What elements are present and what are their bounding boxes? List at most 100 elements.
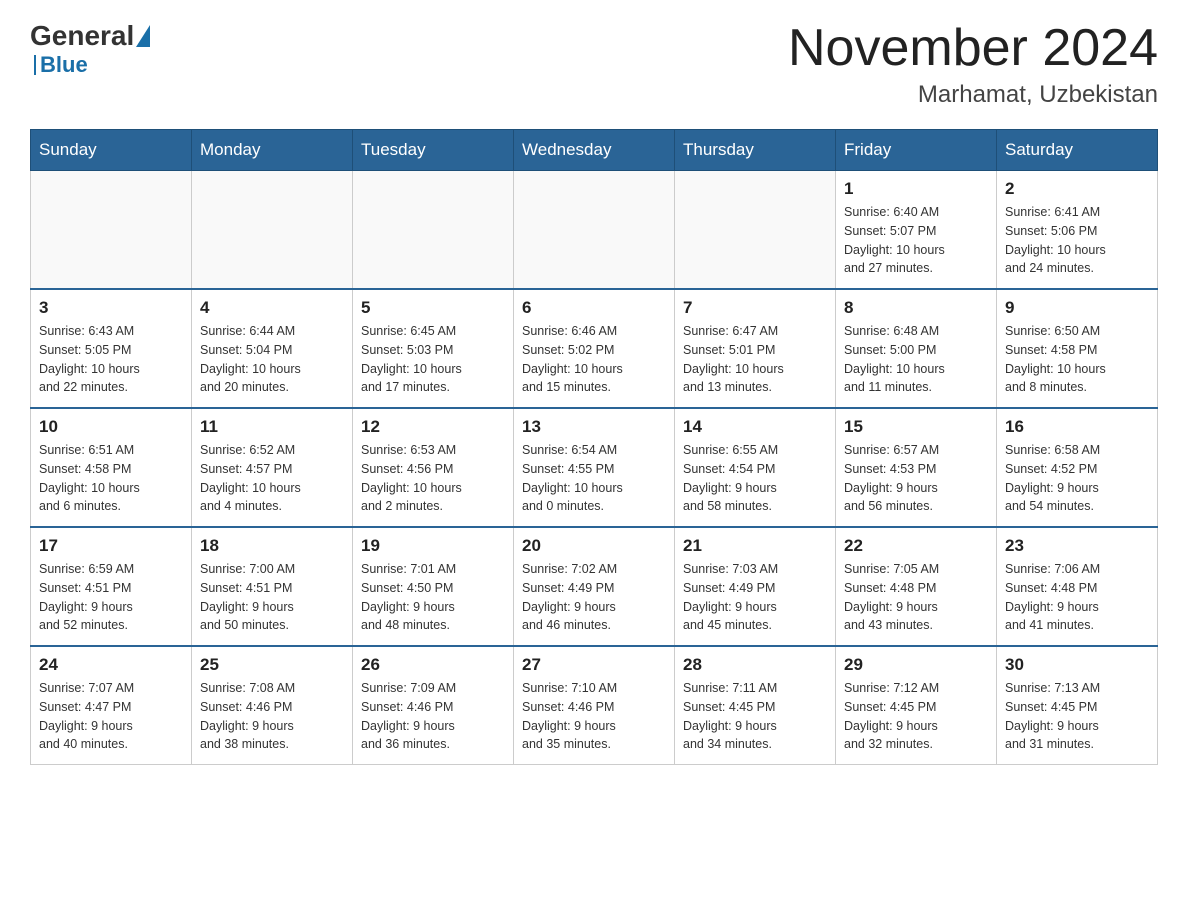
logo-blue-text: Blue xyxy=(40,52,88,78)
day-info: Sunrise: 6:52 AM Sunset: 4:57 PM Dayligh… xyxy=(200,441,344,516)
calendar-cell: 11 Sunrise: 6:52 AM Sunset: 4:57 PM Dayli… xyxy=(192,408,353,527)
calendar-cell: 21Sunrise: 7:03 AM Sunset: 4:49 PM Dayli… xyxy=(675,527,836,646)
day-number: 8 xyxy=(844,298,988,318)
calendar-week-row: 10Sunrise: 6:51 AM Sunset: 4:58 PM Dayli… xyxy=(31,408,1158,527)
calendar-cell xyxy=(353,171,514,290)
day-number: 16 xyxy=(1005,417,1149,437)
day-info: Sunrise: 7:09 AM Sunset: 4:46 PM Dayligh… xyxy=(361,679,505,754)
calendar-cell: 28 Sunrise: 7:11 AM Sunset: 4:45 PM Dayli… xyxy=(675,646,836,765)
weekday-header-saturday: Saturday xyxy=(997,130,1158,171)
calendar-cell: 7 Sunrise: 6:47 AM Sunset: 5:01 PM Daylig… xyxy=(675,289,836,408)
day-info: Sunrise: 7:07 AM Sunset: 4:47 PM Dayligh… xyxy=(39,679,183,754)
day-number: 29 xyxy=(844,655,988,675)
day-number: 9 xyxy=(1005,298,1149,318)
day-number: 2 xyxy=(1005,179,1149,199)
day-number: 15 xyxy=(844,417,988,437)
day-info: Sunrise: 6:53 AM Sunset: 4:56 PM Dayligh… xyxy=(361,441,505,516)
calendar-cell: 22 Sunrise: 7:05 AM Sunset: 4:48 PM Dayli… xyxy=(836,527,997,646)
logo: General Blue xyxy=(30,20,150,78)
day-number: 7 xyxy=(683,298,827,318)
calendar-cell: 9 Sunrise: 6:50 AM Sunset: 4:58 PM Daylig… xyxy=(997,289,1158,408)
calendar-week-row: 17Sunrise: 6:59 AM Sunset: 4:51 PM Dayli… xyxy=(31,527,1158,646)
day-number: 24 xyxy=(39,655,183,675)
day-info: Sunrise: 7:00 AM Sunset: 4:51 PM Dayligh… xyxy=(200,560,344,635)
day-number: 11 xyxy=(200,417,344,437)
day-number: 3 xyxy=(39,298,183,318)
day-number: 19 xyxy=(361,536,505,556)
calendar-cell: 3 Sunrise: 6:43 AM Sunset: 5:05 PM Daylig… xyxy=(31,289,192,408)
weekday-header-thursday: Thursday xyxy=(675,130,836,171)
calendar-cell: 18 Sunrise: 7:00 AM Sunset: 4:51 PM Dayli… xyxy=(192,527,353,646)
page-header: General Blue November 2024 Marhamat, Uzb… xyxy=(30,20,1158,109)
day-info: Sunrise: 6:55 AM Sunset: 4:54 PM Dayligh… xyxy=(683,441,827,516)
calendar-week-row: 24 Sunrise: 7:07 AM Sunset: 4:47 PM Dayli… xyxy=(31,646,1158,765)
day-info: Sunrise: 7:01 AM Sunset: 4:50 PM Dayligh… xyxy=(361,560,505,635)
calendar-cell: 6 Sunrise: 6:46 AM Sunset: 5:02 PM Daylig… xyxy=(514,289,675,408)
calendar-cell xyxy=(675,171,836,290)
calendar-cell: 26Sunrise: 7:09 AM Sunset: 4:46 PM Dayli… xyxy=(353,646,514,765)
calendar-cell: 13 Sunrise: 6:54 AM Sunset: 4:55 PM Dayli… xyxy=(514,408,675,527)
day-info: Sunrise: 6:40 AM Sunset: 5:07 PM Dayligh… xyxy=(844,203,988,278)
day-number: 22 xyxy=(844,536,988,556)
day-info: Sunrise: 7:12 AM Sunset: 4:45 PM Dayligh… xyxy=(844,679,988,754)
day-info: Sunrise: 6:50 AM Sunset: 4:58 PM Dayligh… xyxy=(1005,322,1149,397)
calendar-cell: 10Sunrise: 6:51 AM Sunset: 4:58 PM Dayli… xyxy=(31,408,192,527)
calendar-cell: 14Sunrise: 6:55 AM Sunset: 4:54 PM Dayli… xyxy=(675,408,836,527)
title-section: November 2024 Marhamat, Uzbekistan xyxy=(788,20,1158,109)
calendar-cell: 19 Sunrise: 7:01 AM Sunset: 4:50 PM Dayli… xyxy=(353,527,514,646)
calendar-cell: 16 Sunrise: 6:58 AM Sunset: 4:52 PM Dayli… xyxy=(997,408,1158,527)
calendar-cell: 1 Sunrise: 6:40 AM Sunset: 5:07 PM Daylig… xyxy=(836,171,997,290)
day-number: 27 xyxy=(522,655,666,675)
calendar-week-row: 3 Sunrise: 6:43 AM Sunset: 5:05 PM Daylig… xyxy=(31,289,1158,408)
weekday-header-monday: Monday xyxy=(192,130,353,171)
calendar-cell: 17Sunrise: 6:59 AM Sunset: 4:51 PM Dayli… xyxy=(31,527,192,646)
day-number: 20 xyxy=(522,536,666,556)
day-info: Sunrise: 7:05 AM Sunset: 4:48 PM Dayligh… xyxy=(844,560,988,635)
calendar-cell: 8 Sunrise: 6:48 AM Sunset: 5:00 PM Daylig… xyxy=(836,289,997,408)
logo-line-icon xyxy=(34,55,36,75)
day-number: 5 xyxy=(361,298,505,318)
day-info: Sunrise: 6:46 AM Sunset: 5:02 PM Dayligh… xyxy=(522,322,666,397)
day-number: 23 xyxy=(1005,536,1149,556)
calendar-cell xyxy=(31,171,192,290)
day-number: 13 xyxy=(522,417,666,437)
day-info: Sunrise: 6:47 AM Sunset: 5:01 PM Dayligh… xyxy=(683,322,827,397)
weekday-header-wednesday: Wednesday xyxy=(514,130,675,171)
calendar-cell: 2 Sunrise: 6:41 AM Sunset: 5:06 PM Daylig… xyxy=(997,171,1158,290)
day-info: Sunrise: 6:41 AM Sunset: 5:06 PM Dayligh… xyxy=(1005,203,1149,278)
weekday-header-tuesday: Tuesday xyxy=(353,130,514,171)
day-number: 10 xyxy=(39,417,183,437)
logo-general-text: General xyxy=(30,20,134,52)
calendar-cell: 23 Sunrise: 7:06 AM Sunset: 4:48 PM Dayli… xyxy=(997,527,1158,646)
day-info: Sunrise: 7:13 AM Sunset: 4:45 PM Dayligh… xyxy=(1005,679,1149,754)
calendar-week-row: 1 Sunrise: 6:40 AM Sunset: 5:07 PM Daylig… xyxy=(31,171,1158,290)
calendar-cell: 20 Sunrise: 7:02 AM Sunset: 4:49 PM Dayli… xyxy=(514,527,675,646)
logo-triangle-icon xyxy=(136,25,150,47)
calendar-cell: 12Sunrise: 6:53 AM Sunset: 4:56 PM Dayli… xyxy=(353,408,514,527)
calendar-cell: 15Sunrise: 6:57 AM Sunset: 4:53 PM Dayli… xyxy=(836,408,997,527)
day-info: Sunrise: 7:03 AM Sunset: 4:49 PM Dayligh… xyxy=(683,560,827,635)
day-number: 1 xyxy=(844,179,988,199)
day-info: Sunrise: 7:08 AM Sunset: 4:46 PM Dayligh… xyxy=(200,679,344,754)
calendar-cell: 30Sunrise: 7:13 AM Sunset: 4:45 PM Dayli… xyxy=(997,646,1158,765)
day-number: 18 xyxy=(200,536,344,556)
day-info: Sunrise: 6:58 AM Sunset: 4:52 PM Dayligh… xyxy=(1005,441,1149,516)
day-number: 28 xyxy=(683,655,827,675)
day-info: Sunrise: 6:48 AM Sunset: 5:00 PM Dayligh… xyxy=(844,322,988,397)
day-info: Sunrise: 6:43 AM Sunset: 5:05 PM Dayligh… xyxy=(39,322,183,397)
day-info: Sunrise: 7:11 AM Sunset: 4:45 PM Dayligh… xyxy=(683,679,827,754)
calendar-cell: 4 Sunrise: 6:44 AM Sunset: 5:04 PM Daylig… xyxy=(192,289,353,408)
month-title: November 2024 xyxy=(788,20,1158,77)
calendar-cell: 24 Sunrise: 7:07 AM Sunset: 4:47 PM Dayli… xyxy=(31,646,192,765)
day-info: Sunrise: 6:54 AM Sunset: 4:55 PM Dayligh… xyxy=(522,441,666,516)
day-info: Sunrise: 6:44 AM Sunset: 5:04 PM Dayligh… xyxy=(200,322,344,397)
day-info: Sunrise: 7:06 AM Sunset: 4:48 PM Dayligh… xyxy=(1005,560,1149,635)
day-number: 4 xyxy=(200,298,344,318)
weekday-header-friday: Friday xyxy=(836,130,997,171)
day-number: 6 xyxy=(522,298,666,318)
weekday-header-sunday: Sunday xyxy=(31,130,192,171)
day-info: Sunrise: 7:10 AM Sunset: 4:46 PM Dayligh… xyxy=(522,679,666,754)
calendar-table: SundayMondayTuesdayWednesdayThursdayFrid… xyxy=(30,129,1158,765)
day-info: Sunrise: 7:02 AM Sunset: 4:49 PM Dayligh… xyxy=(522,560,666,635)
calendar-cell: 25Sunrise: 7:08 AM Sunset: 4:46 PM Dayli… xyxy=(192,646,353,765)
